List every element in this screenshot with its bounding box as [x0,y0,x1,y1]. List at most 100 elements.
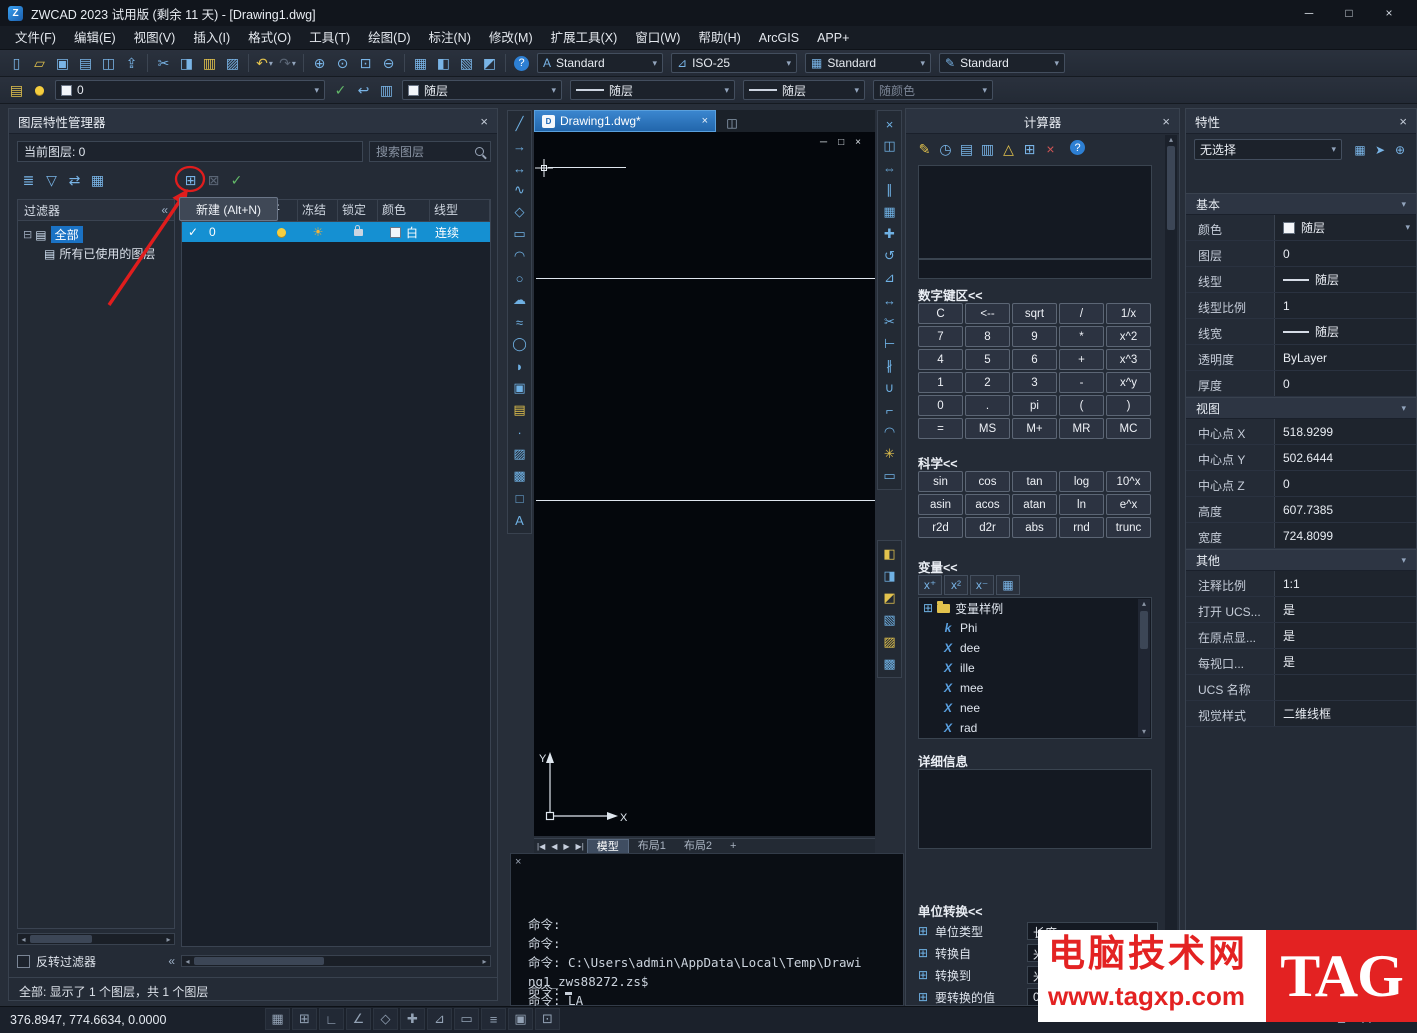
scroll-down-icon[interactable]: ▾ [1139,727,1150,737]
variables-section-label[interactable]: 变量<< [918,557,958,576]
property-value[interactable]: 是 ▾ [1274,623,1416,648]
close-icon[interactable]: × [480,114,488,129]
text-style-select[interactable]: A Standard ▾ [537,53,663,73]
calc-key[interactable]: atan [1012,494,1057,515]
pan-icon[interactable]: ⊕ [308,52,331,74]
menu-item[interactable]: 修改(M) [480,26,542,50]
edit-polyline-icon[interactable]: ▭ [879,465,900,487]
revision-cloud-icon[interactable]: ☁ [509,289,530,311]
scroll-up-icon[interactable]: ▴ [1139,599,1150,609]
new-document-icon[interactable]: ◫ [722,114,742,132]
filter-item-all-used[interactable]: ▤ 所有已使用的图层 [18,244,174,263]
property-value[interactable]: 0 ▾ [1274,371,1416,396]
calc-key[interactable]: = [918,418,963,439]
lineweight-select[interactable]: 随层 ▾ [743,80,865,100]
ellipse-arc-icon[interactable]: ◗ [509,355,530,377]
calc-key[interactable]: trunc [1106,517,1151,538]
calc-key[interactable]: 1 [918,372,963,393]
join-icon[interactable]: ∪ [879,377,900,399]
menu-item[interactable]: 工具(T) [300,26,359,50]
calc-key[interactable]: 9 [1012,326,1057,347]
scroll-right-icon[interactable]: ▸ [163,935,174,944]
calc-key[interactable]: - [1059,372,1104,393]
ducs-icon[interactable]: ⊿ [427,1008,452,1030]
calc-key[interactable]: cos [965,471,1010,492]
property-row[interactable]: 宽度 724.8099 ▾ [1186,523,1416,549]
property-value[interactable]: 随层 ▾ [1274,319,1416,344]
point-icon[interactable]: ∙ [509,421,530,443]
collapse-section-icon[interactable]: ▾ [1397,555,1406,566]
scroll-right-icon[interactable]: ▸ [479,957,490,966]
zoom-window-icon[interactable]: ⊡ [354,52,377,74]
layer-color-cell[interactable]: 白 [378,224,430,241]
cycle-select-icon[interactable]: ⊡ [535,1008,560,1030]
document-tab[interactable]: D Drawing1.dwg* × [534,110,716,132]
arc-icon[interactable]: ◠ [509,245,530,267]
property-value[interactable]: 1 ▾ [1274,293,1416,318]
fillet-icon[interactable]: ◠ [879,421,900,443]
construction-line-icon[interactable]: ↔ [509,157,530,179]
ortho-icon[interactable]: ∟ [319,1008,344,1030]
caret-down-icon[interactable]: ▾ [269,59,273,68]
calc-key[interactable]: log [1059,471,1104,492]
property-row[interactable]: 线宽 随层 ▾ [1186,319,1416,345]
calc-key[interactable]: 5 [965,349,1010,370]
quick-properties-icon[interactable]: ▣ [508,1008,533,1030]
calc-key[interactable]: asin [918,494,963,515]
move-icon[interactable]: ✚ [879,223,900,245]
calc-key[interactable]: MC [1106,418,1151,439]
calc-key[interactable]: 7 [918,326,963,347]
layer-states-icon[interactable]: ▥ [375,79,398,101]
property-value[interactable]: 0 ▾ [1274,241,1416,266]
delete-layer-button[interactable]: ⊠ [202,169,225,191]
layout-icon[interactable]: ◧ [432,52,455,74]
property-row[interactable]: 高度 607.7385 ▾ [1186,497,1416,523]
property-value[interactable]: 随层 ▾ [1274,215,1416,240]
paste-icon[interactable]: ▥ [198,52,221,74]
layer-previous-icon[interactable]: ↩ [352,79,375,101]
variable-item[interactable]: X dee [919,638,1151,658]
hatch-icon[interactable]: ▨ [509,443,530,465]
circle-icon[interactable]: ○ [509,267,530,289]
property-value[interactable]: 0 ▾ [1274,471,1416,496]
help-icon[interactable]: ? [514,55,529,71]
property-row[interactable]: 中心点 X 518.9299 ▾ [1186,419,1416,445]
offset-icon[interactable]: ∥ [879,179,900,201]
calc-key[interactable]: 6 [1012,349,1057,370]
layer-isolate-icon[interactable]: ⇄ [63,169,86,191]
layer-name[interactable]: 0 [204,225,264,239]
tree-expander-icon[interactable]: ⊟ [23,228,32,241]
property-row[interactable]: 每视口... 是 ▾ [1186,649,1416,675]
new-layer-button[interactable]: ⊞ [179,169,202,191]
mirror-icon[interactable]: ⇔ [879,157,900,179]
spline-icon[interactable]: ≈ [509,311,530,333]
property-value[interactable]: 是 ▾ [1274,597,1416,622]
menu-item[interactable]: 视图(V) [125,26,185,50]
copy-icon[interactable]: ◨ [175,52,198,74]
ray-icon[interactable]: → [509,135,530,157]
snap-icon[interactable]: ▦ [265,1008,290,1030]
menu-item[interactable]: 窗口(W) [626,26,689,50]
render-icon[interactable]: ▧ [879,609,900,631]
calculator-help-icon[interactable]: ? [1070,140,1085,155]
layer-row[interactable]: ✓ 0 ☀ 白 连续 [182,222,490,242]
rectangle-icon[interactable]: ▭ [509,223,530,245]
calc-key[interactable]: d2r [965,517,1010,538]
scientific-section-label[interactable]: 科学<< [918,453,958,472]
property-value[interactable]: 502.6444 ▾ [1274,445,1416,470]
filters-horizontal-scrollbar[interactable]: ◂ ▸ [17,933,175,945]
close-command-icon[interactable]: × [515,856,521,868]
menu-item[interactable]: 编辑(E) [65,26,125,50]
panel-titlebar[interactable]: 图层特性管理器 × [9,109,497,134]
property-row[interactable]: 透明度 ByLayer ▾ [1186,345,1416,371]
dyn-icon[interactable]: ▭ [454,1008,479,1030]
layer-settings-icon[interactable]: ▦ [86,169,109,191]
section-header[interactable]: 基本 ▾ [1186,193,1416,215]
variable-item[interactable]: X mee [919,678,1151,698]
calc-key[interactable]: . [965,395,1010,416]
dim-style-select[interactable]: ⊿ ISO-25 ▾ [671,53,797,73]
publish-icon[interactable]: ⇪ [120,52,143,74]
measure-icon[interactable]: ◩ [879,587,900,609]
calc-key[interactable]: C [918,303,963,324]
calc-key[interactable]: 1/x [1106,303,1151,324]
